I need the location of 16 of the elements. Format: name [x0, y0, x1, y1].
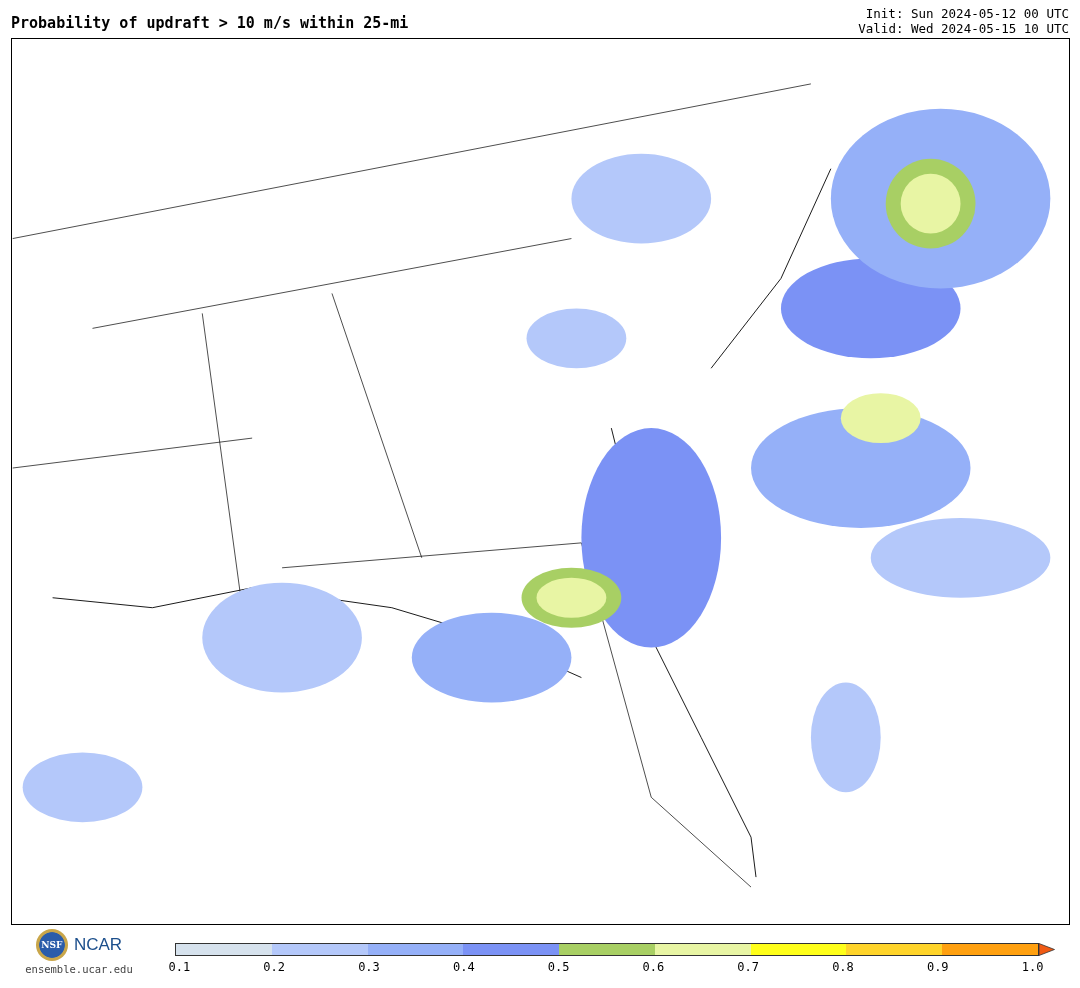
tick-label: 0.4: [451, 960, 476, 974]
tick-label: 0.3: [357, 960, 381, 974]
tick-label: 0.8: [831, 960, 855, 974]
tick-label: 0.6: [641, 960, 666, 974]
tick-label: 0.2: [262, 960, 287, 974]
tick-label: 1.0: [1020, 960, 1045, 974]
ncar-logo[interactable]: NCAR: [73, 935, 123, 955]
chart-title: Probability of updraft > 10 m/s within 25-mi: [11, 14, 409, 34]
init-time: Init: Sun 2024-05-12 00 UTC: [865, 6, 1069, 21]
tick-label: 0.9: [925, 960, 950, 974]
site-url: ensemble.ucar.edu: [25, 963, 133, 975]
tick-label: 0.5: [546, 960, 571, 974]
tick-label: 0.1: [167, 960, 192, 974]
nsf-logo[interactable]: NSF: [35, 929, 68, 961]
valid-time: Valid: Wed 2024-05-15 10 UTC: [858, 21, 1069, 36]
tick-label: 0.7: [736, 960, 760, 974]
